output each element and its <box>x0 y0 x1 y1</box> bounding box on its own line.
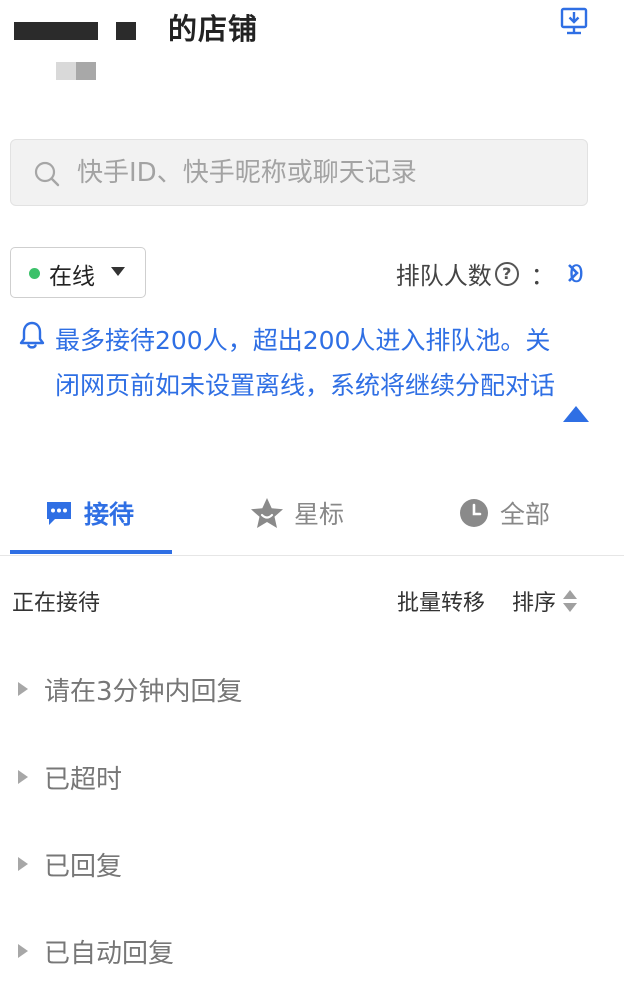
download-desktop-button[interactable] <box>558 4 592 38</box>
group-label: 请在3分钟内回复 <box>44 676 243 707</box>
redacted-shop-name-block <box>56 62 78 80</box>
sort-label: 排序 <box>512 591 557 616</box>
active-tab-indicator <box>10 550 172 554</box>
tab-reception[interactable]: 接待 <box>44 488 134 538</box>
group-label: 已回复 <box>44 851 123 882</box>
queue-colon: ： <box>530 262 555 290</box>
section-header: 正在接待 批量转移 排序 <box>12 585 612 619</box>
expand-triangle-icon <box>18 944 28 958</box>
notice-text: 最多接待200人，超出200人进入排队池。关闭网页前如未设置离线，系统将继续分配… <box>55 326 556 400</box>
download-desktop-icon <box>560 7 588 35</box>
shop-title: 的店铺 <box>168 12 259 46</box>
collapse-triangle-icon[interactable] <box>563 406 589 422</box>
group-reply-within-3min[interactable]: 请在3分钟内回复 <box>18 667 243 711</box>
section-title: 正在接待 <box>12 591 101 616</box>
group-label: 已自动回复 <box>44 938 175 969</box>
tab-all[interactable]: 全部 <box>458 488 550 538</box>
header: 的店铺 <box>0 0 624 100</box>
bell-icon <box>19 321 45 349</box>
online-status-label: 在线 <box>49 264 95 290</box>
redacted-shop-name-block <box>14 22 98 40</box>
tab-bar: 接待 星标 全部 <box>0 470 624 556</box>
help-icon[interactable]: ? <box>494 261 519 286</box>
group-auto-replied[interactable]: 已自动回复 <box>18 929 174 973</box>
search-icon <box>34 161 60 187</box>
expand-triangle-icon <box>18 770 28 784</box>
tab-label: 接待 <box>84 500 135 529</box>
queue-label: 排队人数 <box>395 262 492 290</box>
expand-triangle-icon <box>18 682 28 696</box>
expand-triangle-icon <box>18 857 28 871</box>
online-status-dropdown[interactable]: 在线 <box>10 247 146 298</box>
search-box <box>10 139 588 206</box>
online-status-dot <box>29 268 40 279</box>
chevron-right-icon[interactable] <box>566 262 580 284</box>
clock-icon <box>460 499 488 527</box>
chevron-down-icon <box>111 267 125 276</box>
sort-arrows-icon <box>563 590 578 612</box>
tab-label: 星标 <box>294 500 345 529</box>
batch-transfer-button[interactable]: 批量转移 <box>397 585 485 617</box>
group-replied[interactable]: 已回复 <box>18 842 122 886</box>
group-label: 已超时 <box>44 764 123 795</box>
queue-count: 排队人数 ? ： 0 <box>396 256 584 291</box>
redacted-shop-name-block <box>116 22 136 40</box>
sort-button[interactable]: 排序 <box>512 585 578 617</box>
tab-label: 全部 <box>500 500 551 529</box>
redacted-shop-name-block <box>76 62 96 80</box>
tab-starred[interactable]: 星标 <box>250 488 344 538</box>
search-input[interactable] <box>77 150 577 196</box>
group-timed-out[interactable]: 已超时 <box>18 755 122 799</box>
chat-bubble-icon <box>47 502 71 525</box>
star-icon <box>251 498 283 528</box>
